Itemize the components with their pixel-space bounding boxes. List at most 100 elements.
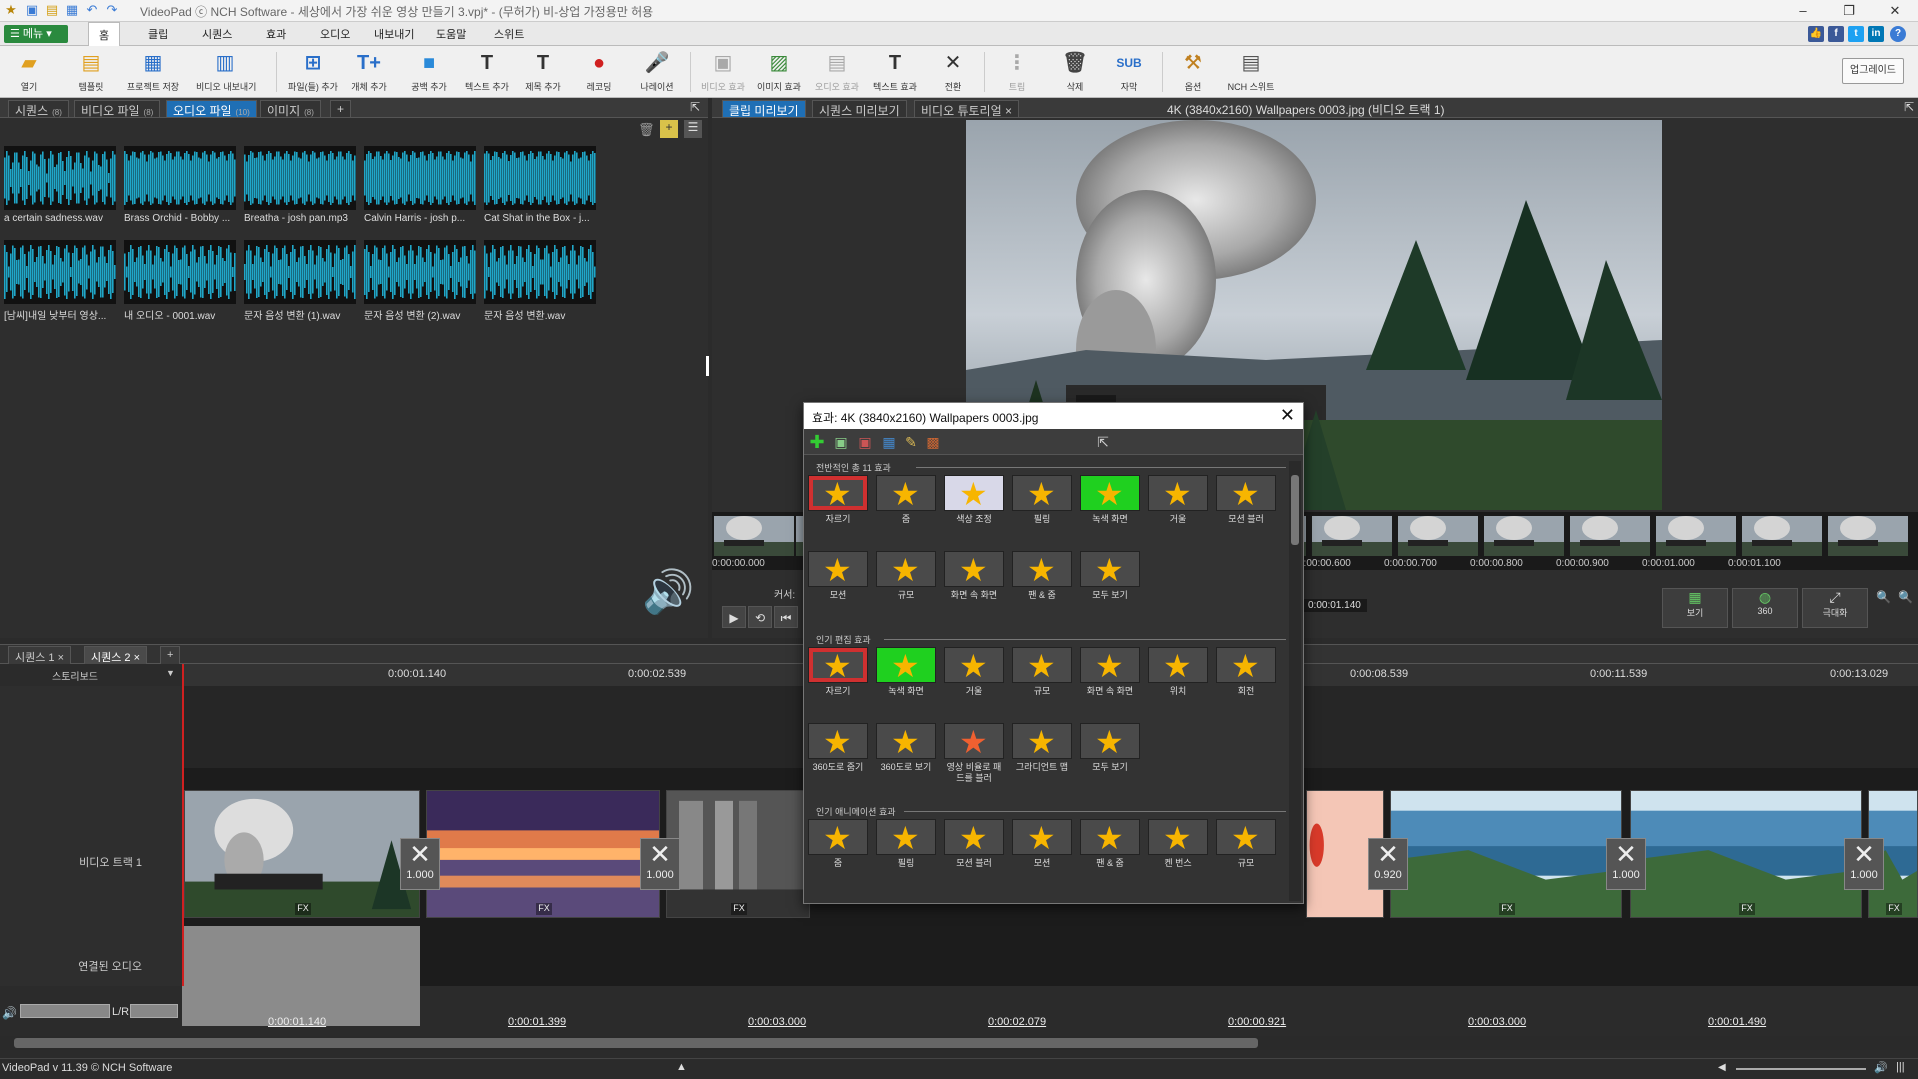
add-title-button[interactable]: T 제목 추가 xyxy=(514,48,572,96)
effect-item[interactable]: ★ 자르기 xyxy=(808,647,868,697)
effect-item[interactable]: ★ 화면 속 화면 xyxy=(944,551,1004,601)
fx-badge[interactable]: FX xyxy=(1886,903,1902,915)
add-files-button[interactable]: ⊞ 파일(들) 추가 xyxy=(284,48,342,96)
add-effect-copy-icon[interactable]: ▣ xyxy=(832,433,850,451)
transition-marker[interactable]: ✕ 1.000 xyxy=(1606,838,1646,890)
save-project-button[interactable]: ▦ 프로젝트 저장 xyxy=(124,48,182,96)
narration-button[interactable]: 🎤 나레이션 xyxy=(628,48,686,96)
transition-marker[interactable]: ✕ 1.000 xyxy=(1844,838,1884,890)
tab-sequence-1[interactable]: 시퀀스 1 × xyxy=(8,646,72,664)
list-view-icon[interactable]: ☰ xyxy=(684,120,702,138)
storyboard-toggle[interactable]: 스토리보드 xyxy=(52,668,98,683)
add-object-button[interactable]: T+ 개체 추가 xyxy=(340,48,398,96)
video-effect-button[interactable]: ▣ 비디오 효과 xyxy=(694,48,752,96)
tab-home[interactable]: 홈 xyxy=(88,22,121,46)
effect-item[interactable]: ★ 360도로 줌기 xyxy=(808,723,868,773)
subtitle-button[interactable]: SUB 자막 xyxy=(1100,48,1158,96)
edit-effect-icon[interactable]: ✎ xyxy=(902,433,920,451)
view-button[interactable]: ▦ 보기 xyxy=(1662,588,1728,628)
effect-item[interactable]: ★ 거울 xyxy=(1148,475,1208,525)
effect-item[interactable]: ★ 필링 xyxy=(876,819,936,869)
bin-tab-video-files[interactable]: 비디오 파일 (8) xyxy=(74,100,161,118)
audio-clip[interactable]: Brass Orchid - Bobby ... xyxy=(124,146,237,224)
effect-item[interactable]: ★ 모두 보기 xyxy=(1080,723,1140,773)
close-tab-icon[interactable]: × xyxy=(134,652,140,664)
remove-effect-icon[interactable]: ▣ xyxy=(856,433,874,451)
clip-duration[interactable]: 0:00:02.079 xyxy=(988,1016,1046,1028)
add-sequence-button[interactable]: + xyxy=(160,646,181,664)
effect-item[interactable]: ★ 팬 & 줌 xyxy=(1012,551,1072,601)
twitter-icon[interactable]: t xyxy=(1848,26,1864,42)
transition-marker[interactable]: ✕ 0.920 xyxy=(1368,838,1408,890)
timeline-video-clip[interactable]: FX xyxy=(666,790,810,918)
export-video-button[interactable]: ▥ 비디오 내보내기 xyxy=(196,48,256,96)
effect-item[interactable]: ★ 줌 xyxy=(808,819,868,869)
save-effect-icon[interactable]: ▦ xyxy=(880,433,898,451)
tab-suite[interactable]: 스위트 xyxy=(494,26,524,42)
audio-clip[interactable]: a certain sadness.wav xyxy=(4,146,117,224)
tab-clip-preview[interactable]: 클립 미리보기 xyxy=(722,100,806,118)
clip-duration[interactable]: 0:00:03.000 xyxy=(748,1016,806,1028)
audio-clip[interactable]: 문자 음성 변환 (2).wav xyxy=(364,240,477,322)
bin-tab-images[interactable]: 이미지 (8) xyxy=(260,100,321,118)
audio-clip[interactable]: 내 오디오 - 0001.wav xyxy=(124,240,237,322)
effect-item[interactable]: ★ 색상 조정 xyxy=(944,475,1004,525)
nch-suite-button[interactable]: ▤ NCH 스위트 xyxy=(1222,48,1280,96)
audio-clip[interactable]: Breatha - josh pan.mp3 xyxy=(244,146,357,224)
tab-sequence-2[interactable]: 시퀀스 2 × xyxy=(84,646,148,664)
tab-help[interactable]: 도움말 xyxy=(436,26,466,42)
add-blank-button[interactable]: ■ 공백 추가 xyxy=(400,48,458,96)
image-effect-button[interactable]: ▨ 이미지 효과 xyxy=(750,48,808,96)
record-button[interactable]: ● 레코딩 xyxy=(570,48,628,96)
playhead[interactable] xyxy=(182,664,184,986)
add-folder-icon[interactable]: + xyxy=(660,120,678,138)
undo-icon[interactable]: ↶ xyxy=(84,2,100,18)
effect-item[interactable]: ★ 규모 xyxy=(1216,819,1276,869)
main-menu-button[interactable]: ☰ 메뉴 ▾ xyxy=(4,25,68,43)
speaker-icon[interactable]: 🔊 xyxy=(1874,1061,1888,1074)
tab-sequence-preview[interactable]: 시퀀스 미리보기 xyxy=(812,100,907,118)
open-icon[interactable]: ▤ xyxy=(44,2,60,18)
effect-item[interactable]: ★ 자르기 xyxy=(808,475,868,525)
undock-icon[interactable]: ⇱ xyxy=(1094,433,1112,451)
linked-audio-selected-region[interactable] xyxy=(182,926,420,1026)
zoom-in-icon[interactable]: 🔍 xyxy=(1898,590,1913,604)
track-volume-icon[interactable]: 🔊 xyxy=(2,1006,17,1020)
effect-item[interactable]: ★ 켄 번스 xyxy=(1148,819,1208,869)
tab-audio[interactable]: 오디오 xyxy=(320,26,350,42)
template-button[interactable]: ▤ 템플릿 xyxy=(62,48,120,96)
fx-badge[interactable]: FX xyxy=(1499,903,1515,915)
effect-item[interactable]: ★ 모션 블러 xyxy=(944,819,1004,869)
effect-item[interactable]: ★ 거울 xyxy=(944,647,1004,697)
maximize-button[interactable]: ❐ xyxy=(1826,0,1872,22)
minimize-button[interactable]: – xyxy=(1780,0,1826,22)
effect-item[interactable]: ★ 영상 비율로 패드를 블러 xyxy=(944,723,1004,784)
effect-item[interactable]: ★ 모두 보기 xyxy=(1080,551,1140,601)
effect-item[interactable]: ★ 모션 블러 xyxy=(1216,475,1276,525)
linkedin-icon[interactable]: in xyxy=(1868,26,1884,42)
effect-item[interactable]: ★ 필링 xyxy=(1012,475,1072,525)
tab-sequence[interactable]: 시퀀스 xyxy=(202,26,232,42)
clip-duration[interactable]: 0:00:00.921 xyxy=(1228,1016,1286,1028)
timeline-scrollbar[interactable] xyxy=(0,1036,1918,1050)
effect-item[interactable]: ★ 회전 xyxy=(1216,647,1276,697)
tab-video-tutorial[interactable]: 비디오 튜토리얼 × xyxy=(914,100,1019,118)
scrollbar-thumb[interactable] xyxy=(14,1038,1258,1048)
clip-duration[interactable]: 0:00:01.140 xyxy=(268,1016,326,1028)
fx-badge[interactable]: FX xyxy=(731,903,747,915)
effect-item[interactable]: ★ 녹색 화면 xyxy=(876,647,936,697)
effect-item[interactable]: ★ 줌 xyxy=(876,475,936,525)
facebook-icon[interactable]: f xyxy=(1828,26,1844,42)
audio-effect-button[interactable]: ▤ 오디오 효과 xyxy=(808,48,866,96)
audio-clip[interactable]: [남씨]내일 낮부터 영상... xyxy=(4,240,117,322)
bin-tab-audio-files[interactable]: 오디오 파일 (10) xyxy=(166,100,257,118)
fx-badge[interactable]: FX xyxy=(1739,903,1755,915)
new-icon[interactable]: ▣ xyxy=(24,2,40,18)
effect-item[interactable]: ★ 그라디언트 맵 xyxy=(1012,723,1072,773)
text-effect-button[interactable]: T 텍스트 효과 xyxy=(866,48,924,96)
close-tab-icon[interactable]: × xyxy=(58,652,64,664)
effect-item[interactable]: ★ 위치 xyxy=(1148,647,1208,697)
effect-item[interactable]: ★ 모션 xyxy=(808,551,868,601)
storyboard-dropdown-icon[interactable]: ▼ xyxy=(166,668,175,678)
effect-item[interactable]: ★ 녹색 화면 xyxy=(1080,475,1140,525)
